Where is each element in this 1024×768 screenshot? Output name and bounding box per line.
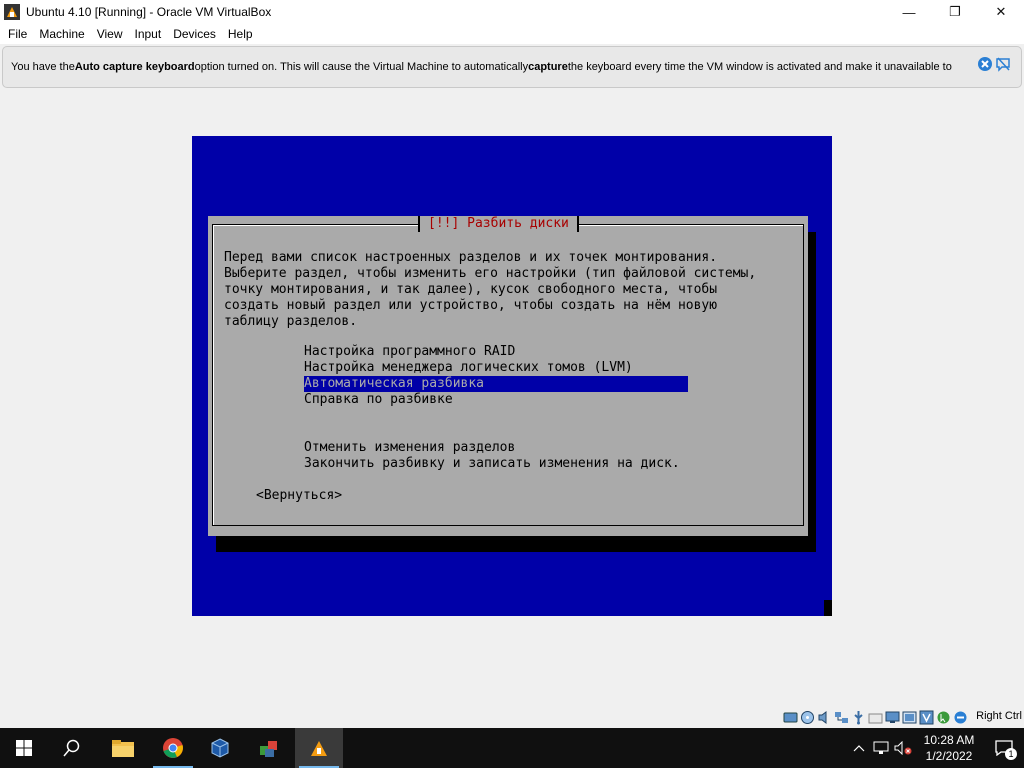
partition-options-list: Настройка программного RAID Настройка ме…: [304, 344, 688, 472]
notification-count-badge: 1: [1005, 748, 1017, 760]
option-lvm[interactable]: Настройка менеджера логических томов (LV…: [304, 360, 688, 376]
windows-taskbar: 10:28 AM 1/2/2022 1: [0, 728, 1024, 768]
start-button[interactable]: [0, 728, 48, 768]
audio-icon[interactable]: [816, 709, 832, 725]
notice-text-3: the keyboard every time the VM window is…: [567, 61, 952, 73]
menu-bar: File Machine View Input Devices Help: [0, 24, 1024, 44]
option-partition-help[interactable]: Справка по разбивке: [304, 392, 688, 408]
chevron-up-icon[interactable]: [848, 728, 870, 768]
vm-window-icon: [311, 741, 327, 756]
host-key-label: Right Ctrl: [976, 710, 1022, 722]
go-back-button[interactable]: <Вернуться>: [256, 488, 342, 504]
minimize-button[interactable]: —: [886, 0, 932, 24]
windows-logo-icon: [16, 740, 32, 756]
close-notice-icon[interactable]: [977, 56, 993, 72]
optical-drive-icon[interactable]: [799, 709, 815, 725]
notice-bold-2: capture: [528, 61, 568, 73]
menu-file[interactable]: File: [2, 27, 33, 41]
text-cursor: [824, 600, 832, 616]
taskbar-vm-window[interactable]: [295, 728, 343, 768]
dialog-description: Перед вами список настроенных разделов и…: [224, 250, 757, 329]
menu-devices[interactable]: Devices: [167, 27, 222, 41]
dialog-title: [!!] Разбить диски: [418, 216, 579, 232]
option-software-raid[interactable]: Настройка программного RAID: [304, 344, 688, 360]
mute-notice-icon[interactable]: [995, 56, 1011, 72]
auto-capture-notice: You have the Auto capture keyboard optio…: [2, 46, 1022, 88]
notice-text-2: option turned on. This will cause the Vi…: [194, 61, 529, 73]
mouse-integration-icon[interactable]: [935, 709, 951, 725]
video-capture-icon[interactable]: [901, 709, 917, 725]
clock-time: 10:28 AM: [923, 733, 975, 747]
notice-bold-1: Auto capture keyboard: [74, 61, 195, 73]
close-button[interactable]: ✕: [978, 0, 1024, 24]
partition-dialog: [!!] Разбить диски Перед вами список нас…: [208, 216, 808, 536]
keyboard-capture-icon[interactable]: [952, 709, 968, 725]
search-icon: [63, 739, 80, 757]
search-button[interactable]: [48, 728, 96, 768]
vm-screen[interactable]: [!!] Разбить диски Перед вами список нас…: [192, 136, 832, 616]
virtualbox-icon: [211, 738, 229, 758]
installer-app-icon: [260, 741, 277, 757]
taskbar-clock[interactable]: 10:28 AM 1/2/2022: [914, 732, 984, 764]
virtualbox-vm-icon: [4, 4, 20, 20]
network-icon[interactable]: [833, 709, 849, 725]
display-icon[interactable]: [884, 709, 900, 725]
menu-machine[interactable]: Machine: [33, 27, 90, 41]
chrome-icon: [163, 738, 183, 758]
clock-date: 1/2/2022: [925, 749, 973, 763]
system-tray: 10:28 AM 1/2/2022 1: [848, 728, 1024, 768]
vm-status-bar: Right Ctrl: [0, 706, 1024, 728]
option-undo-changes[interactable]: Отменить изменения разделов: [304, 440, 688, 456]
menu-view[interactable]: View: [91, 27, 129, 41]
folder-icon: [112, 740, 134, 757]
taskbar-app-installer[interactable]: [245, 728, 293, 768]
notice-text-1: You have the: [11, 61, 75, 73]
network-tray-icon[interactable]: [870, 728, 892, 768]
action-center-button[interactable]: 1: [984, 728, 1024, 768]
menu-help[interactable]: Help: [222, 27, 259, 41]
volume-muted-icon[interactable]: [892, 728, 914, 768]
hard-disk-icon[interactable]: [782, 709, 798, 725]
taskbar-virtualbox-manager[interactable]: [196, 728, 244, 768]
usb-icon[interactable]: [850, 709, 866, 725]
options-spacer: [304, 408, 688, 440]
virtualization-icon[interactable]: [918, 709, 934, 725]
taskbar-chrome[interactable]: [149, 728, 197, 768]
window-titlebar: Ubuntu 4.10 [Running] - Oracle VM Virtua…: [0, 0, 1024, 24]
menu-input[interactable]: Input: [129, 27, 168, 41]
window-title: Ubuntu 4.10 [Running] - Oracle VM Virtua…: [26, 5, 272, 19]
option-auto-partition[interactable]: Автоматическая разбивка: [304, 376, 688, 392]
taskbar-file-explorer[interactable]: [99, 728, 147, 768]
shared-folders-icon[interactable]: [867, 709, 883, 725]
option-finish-partitioning[interactable]: Закончить разбивку и записать изменения …: [304, 456, 688, 472]
maximize-button[interactable]: ❐: [932, 0, 978, 24]
